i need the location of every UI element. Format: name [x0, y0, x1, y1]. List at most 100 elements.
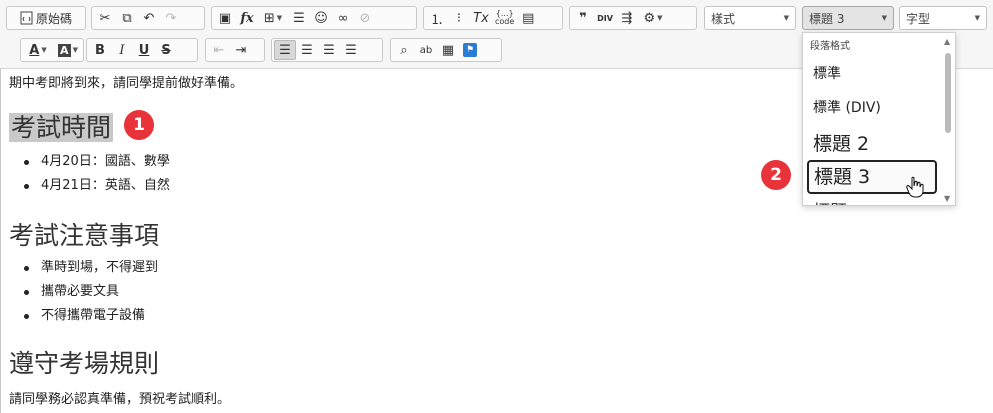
sort-button[interactable]: ⇶	[616, 8, 638, 28]
outro-paragraph[interactable]: 請同學務必認真準備，預祝考試順利。	[9, 388, 230, 407]
table-button[interactable]: ⊞ ▼	[258, 8, 288, 28]
list-item[interactable]: 攜帶必要文具	[21, 280, 158, 304]
decrease-indent-icon: ⇤	[213, 42, 225, 58]
link-button[interactable]: ∞	[332, 8, 354, 28]
paragraph-format-label: 標題 3	[809, 11, 845, 26]
dropdown-scrollbar[interactable]: ▲ ▼	[943, 37, 953, 203]
cut-button[interactable]: ✂	[94, 8, 116, 28]
background-color-icon: A	[58, 43, 71, 57]
remove-format-icon: Tx	[473, 10, 489, 26]
image-icon: ▣	[218, 10, 232, 26]
image-button[interactable]: ▣	[214, 8, 236, 28]
underline-icon: U	[138, 42, 150, 58]
settings-icon: ⚙	[643, 10, 656, 26]
justify-button[interactable]: ☰	[340, 40, 362, 60]
intro-paragraph[interactable]: 期中考即將到來，請同學提前做好準備。	[9, 72, 243, 91]
selected-heading-text[interactable]: 考試時間	[9, 113, 114, 142]
list-item[interactable]: 4月20日：國語、數學	[21, 150, 170, 174]
undo-icon: ↶	[143, 10, 155, 26]
increase-indent-icon: ⇥	[235, 42, 247, 58]
strikethrough-button[interactable]: S	[155, 40, 177, 60]
heading-exam-time[interactable]: 考試時間	[9, 108, 114, 144]
toolbar-group-clipboard: ✂ ⧉ ↶ ↷	[91, 6, 205, 30]
paragraph-format-dropdown: 段落格式 標準 標準 (DIV) 標題 2 標題 3 標題 ▲ ▼	[802, 32, 956, 206]
align-right-button[interactable]: ☰	[318, 40, 340, 60]
remove-format-button[interactable]: Tx	[470, 8, 492, 28]
italic-icon: I	[119, 42, 125, 58]
replace-button[interactable]: ab	[415, 40, 437, 60]
exam-time-list: 4月20日：國語、數學 4月21日：英語、自然	[21, 150, 170, 198]
blockquote-icon: ❞	[579, 10, 587, 26]
format-option-normal-div[interactable]: 標準 (DIV)	[807, 97, 937, 117]
toolbar-group-source: 原始碼	[6, 6, 86, 30]
chevron-down-icon: ▼	[41, 46, 47, 54]
styles-select[interactable]: 樣式 ▼	[704, 6, 796, 30]
toolbar-group-align: ☰ ☰ ☰ ☰	[271, 38, 383, 62]
paste-button[interactable]: ▦	[437, 40, 459, 60]
chevron-down-icon: ▼	[657, 14, 663, 22]
increase-indent-button[interactable]: ⇥	[230, 40, 252, 60]
align-center-icon: ☰	[301, 42, 313, 58]
table-icon: ⊞	[263, 10, 275, 26]
cut-icon: ✂	[99, 10, 111, 26]
format-option-normal[interactable]: 標準	[807, 63, 937, 83]
decrease-indent-button[interactable]: ⇤	[208, 40, 230, 60]
formula-icon: fx	[240, 10, 254, 26]
toolbar-group-basic-styles: B I U S	[86, 38, 198, 62]
div-container-button[interactable]: DIV	[594, 8, 616, 28]
text-color-button[interactable]: A ▼	[23, 40, 53, 60]
scrollbar-thumb[interactable]	[945, 53, 951, 133]
list-item[interactable]: 準時到場，不得遲到	[21, 256, 158, 280]
bold-button[interactable]: B	[89, 40, 111, 60]
formula-button[interactable]: fx	[236, 8, 258, 28]
unlink-button[interactable]: ⊘	[354, 8, 376, 28]
align-left-button[interactable]: ☰	[274, 40, 296, 60]
find-icon: ⌕	[400, 42, 408, 58]
italic-button[interactable]: I	[111, 40, 133, 60]
settings-button[interactable]: ⚙ ▼	[638, 8, 668, 28]
redo-icon: ↷	[165, 10, 177, 26]
bulleted-list-button[interactable]: ⁝	[448, 8, 470, 28]
format-option-heading-3-label: 標題 3	[814, 166, 871, 188]
redo-button[interactable]: ↷	[160, 8, 182, 28]
format-option-heading-2[interactable]: 標題 2	[807, 129, 937, 156]
flag-icon: ⚑	[463, 43, 477, 57]
copy-icon: ⧉	[122, 10, 132, 26]
heading-exam-notes[interactable]: 考試注意事項	[9, 216, 159, 252]
toolbar-group-blocks: ❞ DIV ⇶ ⚙ ▼	[569, 6, 697, 30]
underline-button[interactable]: U	[133, 40, 155, 60]
code-snippet-icon: {...} code	[495, 9, 515, 26]
list-item[interactable]: 不得攜帶電子設備	[21, 304, 158, 328]
code-snippet-button[interactable]: {...} code	[492, 8, 517, 28]
scroll-up-icon[interactable]: ▲	[944, 37, 950, 46]
horizontal-rule-icon: ☰	[293, 10, 305, 26]
exam-notes-list: 準時到場，不得遲到 攜帶必要文具 不得攜帶電子設備	[21, 256, 158, 328]
align-center-button[interactable]: ☰	[296, 40, 318, 60]
background-color-button[interactable]: A ▼	[53, 40, 83, 60]
heading-exam-rules[interactable]: 遵守考場規則	[9, 344, 159, 380]
horizontal-rule-button[interactable]: ☰	[288, 8, 310, 28]
chevron-down-icon: ▼	[72, 46, 78, 54]
numbered-list-button[interactable]: ⒈	[426, 8, 448, 28]
font-select[interactable]: 字型 ▼	[899, 6, 987, 30]
show-blocks-button[interactable]: ▤	[517, 8, 539, 28]
source-button[interactable]: 原始碼	[9, 8, 83, 28]
justify-icon: ☰	[345, 42, 357, 58]
smiley-button[interactable]: ☺	[310, 8, 332, 28]
sort-icon: ⇶	[621, 10, 633, 26]
styles-select-label: 樣式	[711, 11, 736, 26]
paragraph-format-select[interactable]: 標題 3 ▼	[802, 6, 894, 30]
find-button[interactable]: ⌕	[393, 40, 415, 60]
hand-cursor-icon	[906, 176, 924, 198]
show-blocks-icon: ▤	[522, 10, 535, 26]
source-label: 原始碼	[35, 11, 72, 26]
scroll-down-icon[interactable]: ▼	[944, 194, 950, 203]
source-icon	[20, 11, 33, 25]
blockquote-button[interactable]: ❞	[572, 8, 594, 28]
flag-button[interactable]: ⚑	[459, 40, 481, 60]
undo-button[interactable]: ↶	[138, 8, 160, 28]
format-option-heading-4[interactable]: 標題	[807, 197, 937, 205]
paste-icon: ▦	[441, 42, 455, 58]
copy-button[interactable]: ⧉	[116, 8, 138, 28]
list-item[interactable]: 4月21日：英語、自然	[21, 174, 170, 198]
